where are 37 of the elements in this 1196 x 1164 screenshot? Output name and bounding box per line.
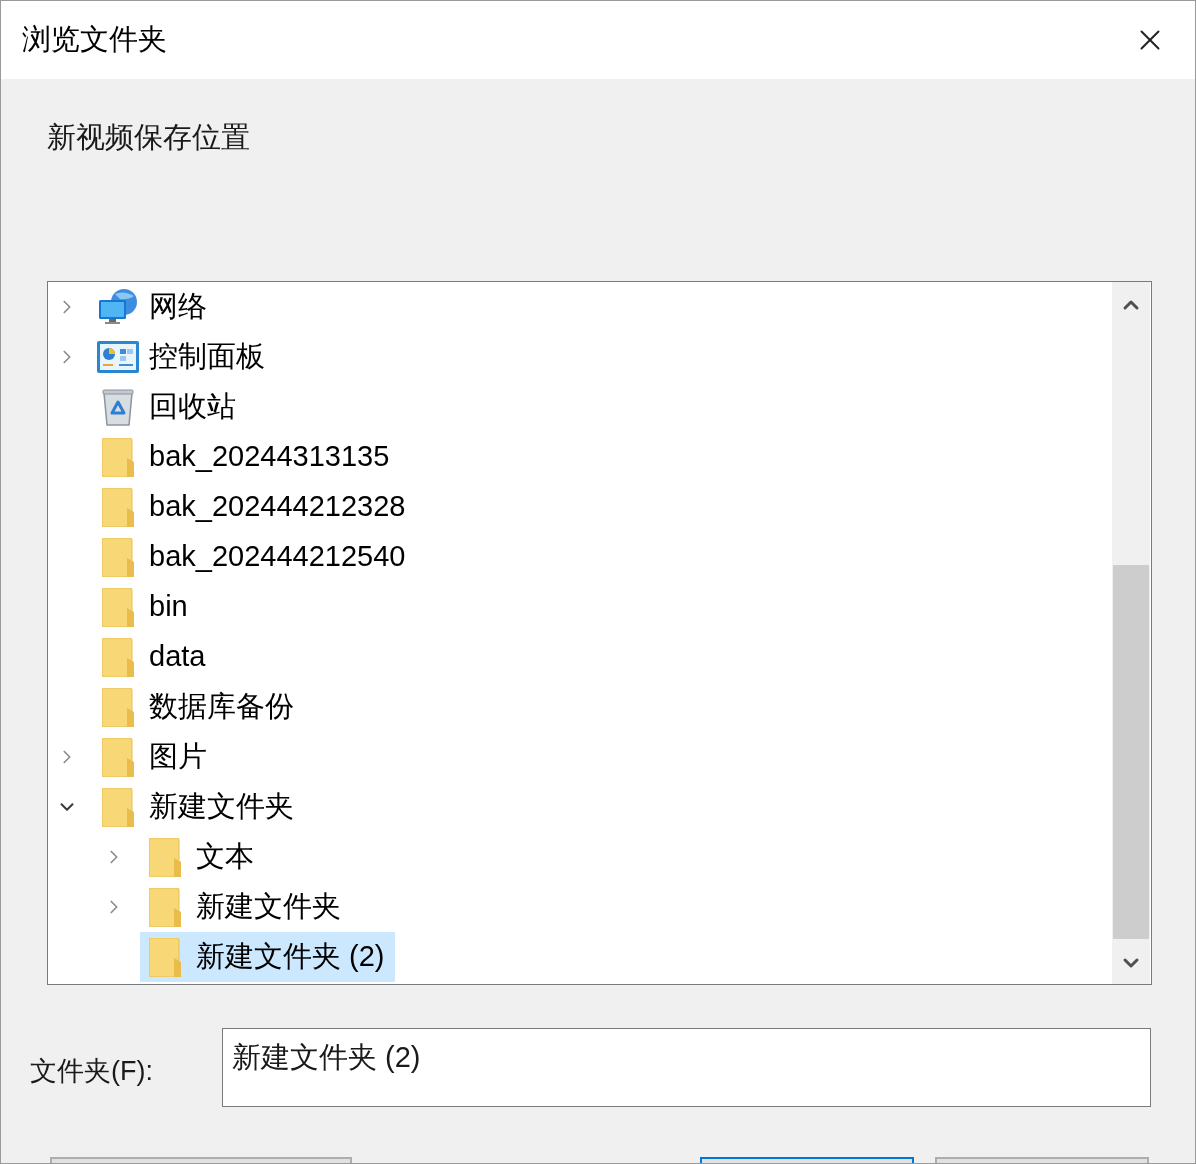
folder-icon (102, 537, 134, 577)
folder-icon (102, 487, 134, 527)
tree-item[interactable]: 文本 (140, 832, 264, 882)
folder-icon (102, 587, 134, 627)
tree-item[interactable]: bak_202444212540 (93, 532, 416, 582)
folder-icon (102, 437, 134, 477)
scrollbar-track[interactable] (1112, 282, 1150, 984)
folder-icon (102, 737, 134, 777)
folder-icon (149, 837, 181, 877)
control-panel-icon (97, 341, 139, 373)
dialog-button[interactable] (700, 1157, 914, 1163)
dialog-description: 新视频保存位置 (47, 120, 250, 156)
tree-item[interactable]: 新建文件夹 (2) (140, 932, 395, 982)
dialog-button[interactable] (935, 1157, 1149, 1163)
scrollbar-thumb[interactable] (1113, 565, 1149, 939)
recycle-bin-icon (102, 388, 134, 426)
folder-input[interactable]: 新建文件夹 (2) (222, 1028, 1151, 1107)
tree-item[interactable]: 数据库备份 (93, 682, 304, 732)
folder-icon (149, 937, 181, 977)
globe-monitor-icon (98, 288, 138, 326)
tree-item[interactable]: 图片 (93, 732, 217, 782)
window-title: 浏览文件夹 (22, 22, 167, 58)
tree-item[interactable]: bak_202444212328 (93, 482, 416, 532)
tree-item[interactable]: 新建文件夹 (140, 882, 351, 932)
tree-item[interactable]: 回收站 (93, 382, 246, 432)
tree-item[interactable]: 网络 (93, 282, 217, 332)
folder-icon (102, 637, 134, 677)
tree-item[interactable]: 新建文件夹 (93, 782, 304, 832)
folder-icon (102, 687, 134, 727)
folder-label: 文件夹(F): (30, 1055, 154, 1089)
tree-item[interactable]: bin (93, 582, 198, 632)
folder-icon (149, 887, 181, 927)
tree-item[interactable]: 控制面板 (93, 332, 275, 382)
dialog-button[interactable] (50, 1157, 352, 1163)
tree-item[interactable]: data (93, 632, 216, 682)
folder-icon (102, 787, 134, 827)
tree-item[interactable]: bak_20244313135 (93, 432, 400, 482)
